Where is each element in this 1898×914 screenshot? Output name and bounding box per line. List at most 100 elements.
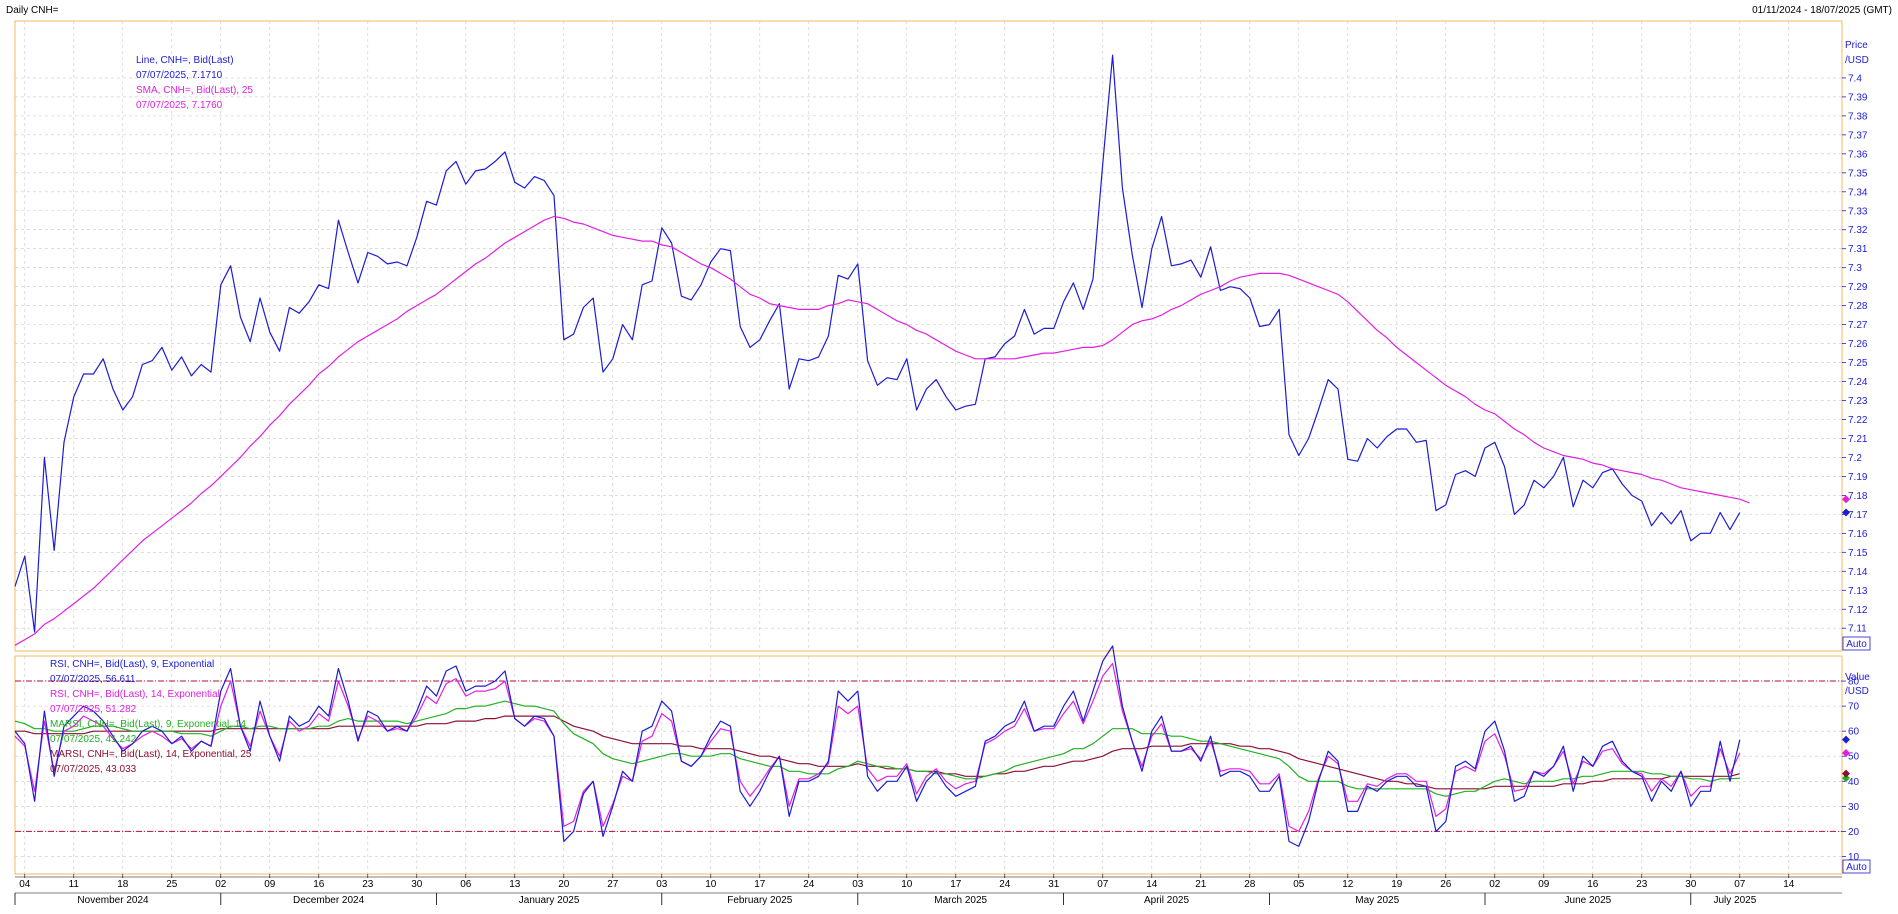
price-y-tick-label: 7.35 — [1848, 168, 1868, 179]
price-y-tick-label: 7.34 — [1848, 187, 1868, 198]
price-auto-button[interactable]: Auto — [1842, 636, 1871, 651]
x-day-label: 02 — [215, 879, 227, 890]
date-range-label: 01/11/2024 - 18/07/2025 (GMT) — [1752, 5, 1892, 16]
oscillator-y-tick-label: 70 — [1848, 702, 1860, 713]
oscillator-y-tick-label: 50 — [1848, 752, 1860, 763]
x-day-label: 30 — [1685, 879, 1697, 890]
price-legend-label: SMA, CNH=, Bid(Last), 25 — [136, 85, 253, 96]
x-month-label: June 2025 — [1565, 895, 1612, 906]
x-day-label: 10 — [705, 879, 717, 890]
x-month-label: March 2025 — [934, 895, 987, 906]
oscillator-legend-value: 07/07/2025, 41.242 — [50, 734, 137, 745]
x-month-label: May 2025 — [1355, 895, 1399, 906]
oscillator-legend-value: 07/07/2025, 56.611 — [50, 674, 136, 685]
price-legend-label: Line, CNH=, Bid(Last) — [136, 55, 234, 66]
price-y-tick-label: 7.18 — [1848, 491, 1868, 502]
price-y-tick-label: 7.25 — [1848, 358, 1868, 369]
price-y-tick-label: 7.2 — [1848, 453, 1862, 464]
oscillator-legend-label: RSI, CNH=, Bid(Last), 9, Exponential — [50, 659, 214, 670]
oscillator-legend-value: 07/07/2025, 43.033 — [50, 764, 137, 775]
x-month-label: April 2025 — [1144, 895, 1189, 906]
price-legend-value: 07/07/2025, 7.1710 — [136, 70, 223, 81]
x-day-label: 10 — [901, 879, 913, 890]
x-month-label: July 2025 — [1713, 895, 1756, 906]
price-y-tick-label: 7.15 — [1848, 548, 1868, 559]
x-day-label: 25 — [166, 879, 178, 890]
oscillator-y-tick-label: 80 — [1848, 677, 1860, 688]
x-day-label: 11 — [69, 879, 80, 890]
x-day-label: 18 — [117, 879, 129, 890]
oscillator-auto-button[interactable]: Auto — [1842, 859, 1871, 874]
price-y-tick-label: 7.4 — [1848, 73, 1862, 84]
price-y-tick-label: 7.33 — [1848, 206, 1868, 217]
x-day-label: 06 — [460, 879, 472, 890]
x-day-label: 12 — [1342, 879, 1354, 890]
x-day-label: 20 — [558, 879, 570, 890]
price-y-tick-label: 7.16 — [1848, 529, 1868, 540]
price-y-tick-label: 7.19 — [1848, 472, 1868, 483]
price-y-tick-label: 7.26 — [1848, 339, 1868, 350]
x-day-label: 17 — [950, 879, 962, 890]
price-y-tick-label: 7.32 — [1848, 225, 1868, 236]
x-day-label: 09 — [264, 879, 276, 890]
price-y-tick-label: 7.14 — [1848, 567, 1868, 578]
oscillator-legend-value: 07/07/2025, 51.282 — [50, 704, 137, 715]
x-day-label: 23 — [362, 879, 374, 890]
oscillator-y-tick-label: 60 — [1848, 727, 1860, 738]
price-y-tick-label: 7.38 — [1848, 111, 1868, 122]
oscillator-legend-label: RSI, CNH=, Bid(Last), 14, Exponential — [50, 689, 220, 700]
x-day-label: 31 — [1048, 879, 1060, 890]
chart-background — [0, 0, 1898, 909]
x-day-label: 24 — [803, 879, 815, 890]
oscillator-legend-label: MARSI, CNH=, Bid(Last), 9, Exponential, … — [50, 719, 246, 730]
x-day-label: 17 — [754, 879, 766, 890]
price-y-tick-label: 7.21 — [1848, 434, 1868, 445]
x-day-label: 04 — [19, 879, 31, 890]
chart-canvas: Daily CNH= 01/11/2024 - 18/07/2025 (GMT)… — [0, 0, 1898, 909]
price-y-tick-label: 7.17 — [1848, 510, 1868, 521]
x-month-label: February 2025 — [727, 895, 792, 906]
x-day-label: 07 — [1734, 879, 1746, 890]
price-y-tick-label: 7.39 — [1848, 92, 1868, 103]
x-day-label: 19 — [1391, 879, 1403, 890]
x-day-label: 07 — [1097, 879, 1109, 890]
price-y-tick-label: 7.37 — [1848, 130, 1868, 141]
price-axis-unit: /USD — [1845, 55, 1869, 66]
price-y-tick-label: 7.24 — [1848, 377, 1868, 388]
x-month-label: December 2024 — [293, 895, 365, 906]
price-y-tick-label: 7.27 — [1848, 320, 1868, 331]
price-y-tick-label: 7.28 — [1848, 301, 1868, 312]
x-day-label: 16 — [313, 879, 325, 890]
price-legend-value: 07/07/2025, 7.1760 — [136, 100, 223, 111]
x-month-label: January 2025 — [519, 895, 580, 906]
x-day-label: 26 — [1440, 879, 1452, 890]
price-auto-label: Auto — [1846, 639, 1867, 650]
x-day-label: 13 — [509, 879, 521, 890]
price-y-tick-label: 7.13 — [1848, 586, 1868, 597]
x-day-label: 21 — [1195, 879, 1207, 890]
price-y-tick-label: 7.23 — [1848, 396, 1868, 407]
x-day-label: 02 — [1489, 879, 1501, 890]
oscillator-y-tick-label: 30 — [1848, 802, 1860, 813]
x-day-label: 28 — [1244, 879, 1256, 890]
price-y-tick-label: 7.22 — [1848, 415, 1868, 426]
chart-title: Daily CNH= — [6, 5, 59, 16]
price-y-tick-label: 7.29 — [1848, 282, 1868, 293]
x-day-label: 27 — [607, 879, 619, 890]
x-day-label: 23 — [1636, 879, 1648, 890]
x-day-label: 14 — [1146, 879, 1158, 890]
price-y-tick-label: 7.3 — [1848, 263, 1862, 274]
oscillator-legend-label: MARSI, CNH=, Bid(Last), 14, Exponential,… — [50, 749, 252, 760]
oscillator-axis-unit: /USD — [1845, 686, 1869, 697]
x-day-label: 03 — [852, 879, 864, 890]
chart-window: Daily CNH= 01/11/2024 - 18/07/2025 (GMT)… — [0, 0, 1898, 909]
price-y-tick-label: 7.36 — [1848, 149, 1868, 160]
x-day-label: 14 — [1783, 879, 1795, 890]
x-day-label: 16 — [1587, 879, 1599, 890]
x-day-label: 05 — [1293, 879, 1305, 890]
oscillator-auto-label: Auto — [1846, 862, 1867, 873]
price-axis-title: Price — [1845, 40, 1868, 51]
x-day-label: 30 — [411, 879, 423, 890]
x-day-label: 09 — [1538, 879, 1550, 890]
oscillator-y-tick-label: 20 — [1848, 827, 1860, 838]
